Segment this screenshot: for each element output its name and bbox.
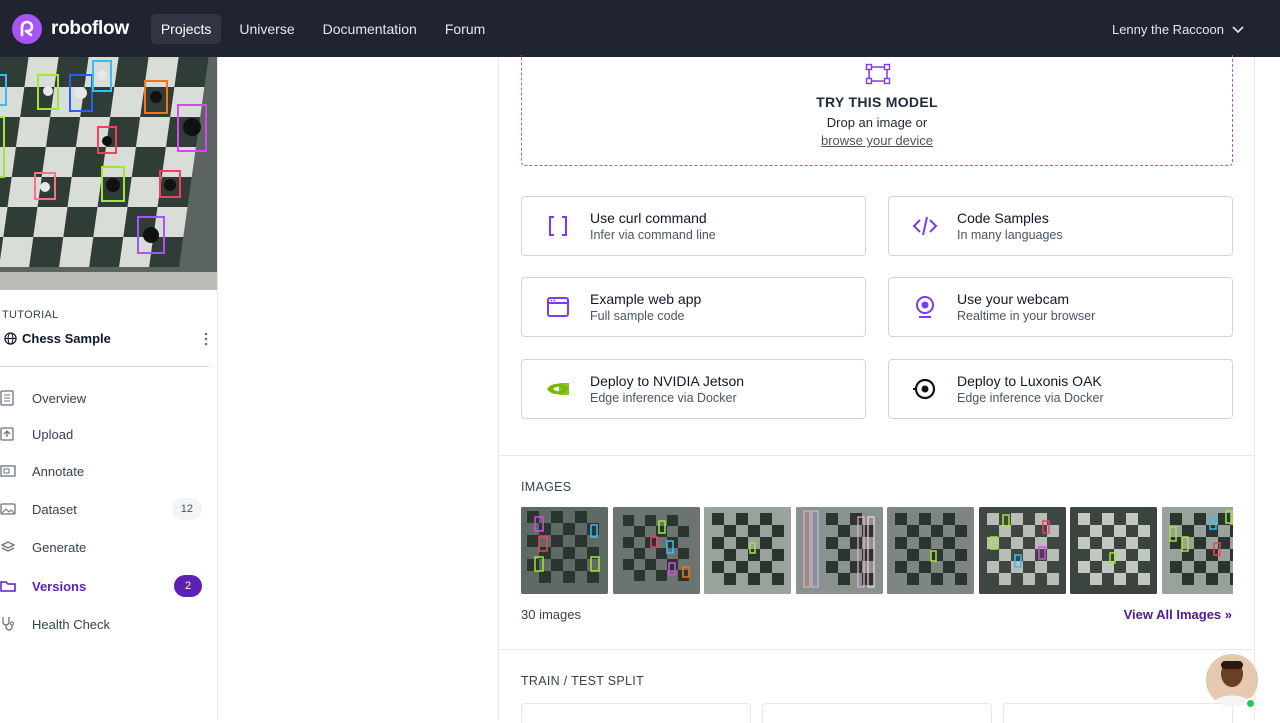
browse-device-link[interactable]: browse your device	[522, 133, 1232, 148]
sidebar-item-dataset[interactable]: Dataset 12	[0, 494, 210, 524]
card-subtitle: Infer via command line	[590, 228, 716, 242]
bounding-box-icon	[865, 63, 891, 85]
code-samples-card[interactable]: Code Samples In many languages	[888, 196, 1233, 256]
gallery-image[interactable]	[612, 507, 700, 594]
sidebar-item-overview[interactable]: Overview	[0, 383, 210, 413]
card-subtitle: Edge inference via Docker	[957, 391, 1104, 405]
valid-split-card	[762, 703, 992, 723]
right-gutter	[1255, 57, 1280, 720]
user-name: Lenny the Raccoon	[1111, 22, 1224, 37]
sidebar-item-versions[interactable]: Versions 2	[0, 571, 210, 601]
gallery-image[interactable]	[1161, 507, 1233, 594]
nvidia-icon	[544, 375, 572, 403]
project-name: Chess Sample	[22, 331, 111, 346]
more-options-icon[interactable]	[204, 332, 208, 346]
webcam-icon	[911, 293, 939, 321]
card-title: Example web app	[590, 291, 702, 307]
main-panel: TRY THIS MODEL Drop an image or browse y…	[498, 55, 1256, 723]
gallery-image[interactable]	[887, 507, 974, 594]
nav-universe[interactable]: Universe	[229, 14, 304, 44]
section-divider	[499, 649, 1256, 650]
stethoscope-icon	[0, 616, 16, 632]
project-category: TUTORIAL	[2, 309, 59, 321]
sidebar-item-label: Versions	[32, 578, 87, 594]
versions-count-badge: 2	[174, 575, 202, 597]
train-split-card	[521, 703, 751, 723]
project-thumbnail	[0, 57, 217, 290]
card-subtitle: Full sample code	[590, 309, 685, 323]
gallery-image[interactable]	[795, 507, 883, 594]
project-header: Chess Sample	[4, 331, 208, 346]
gallery-image[interactable]	[1070, 507, 1157, 594]
document-icon	[0, 390, 16, 406]
gallery-image[interactable]	[521, 507, 608, 594]
web-app-card[interactable]: Example web app Full sample code	[521, 277, 866, 337]
sidebar-item-health-check[interactable]: Health Check	[0, 609, 210, 639]
sidebar-item-annotate[interactable]: Annotate	[0, 456, 210, 486]
content-gutter	[217, 57, 499, 720]
roboflow-logo-icon	[12, 13, 42, 44]
sidebar-item-label: Generate	[32, 539, 87, 555]
annotate-icon	[0, 463, 16, 479]
view-all-images-link[interactable]: View All Images »	[1124, 607, 1232, 622]
sidebar-item-label: Overview	[32, 390, 87, 406]
sidebar-divider	[0, 366, 209, 367]
images-section-label: IMAGES	[521, 480, 572, 494]
webcam-card[interactable]: Use your webcam Realtime in your browser	[888, 277, 1233, 337]
layers-icon	[0, 539, 16, 555]
nvidia-jetson-card[interactable]: Deploy to NVIDIA Jetson Edge inference v…	[521, 359, 866, 419]
train-test-split-label: TRAIN / TEST SPLIT	[521, 674, 645, 688]
brand-logo[interactable]: roboflow	[12, 13, 129, 44]
upload-icon	[0, 426, 16, 442]
gallery-image[interactable]	[978, 507, 1066, 594]
globe-icon	[4, 332, 17, 345]
top-nav: roboflow Projects Universe Documentation…	[0, 0, 1280, 57]
online-status-indicator	[1245, 698, 1256, 709]
section-divider	[499, 455, 1256, 456]
images-icon	[0, 501, 16, 517]
nav-documentation[interactable]: Documentation	[313, 14, 427, 44]
card-title: Use your webcam	[957, 291, 1070, 307]
card-title: Deploy to NVIDIA Jetson	[590, 373, 745, 389]
nav-projects[interactable]: Projects	[150, 13, 222, 44]
nav-links: Projects Universe Documentation Forum	[150, 13, 503, 44]
code-icon	[911, 212, 939, 240]
sidebar-item-label: Annotate	[32, 463, 85, 479]
curl-command-card[interactable]: Use curl command Infer via command line	[521, 196, 866, 256]
card-subtitle: Realtime in your browser	[957, 309, 1096, 323]
sidebar-item-label: Health Check	[32, 616, 111, 632]
test-split-card	[1003, 703, 1233, 723]
sidebar: TUTORIAL Chess Sample Overview Upload An…	[0, 57, 217, 720]
chevron-down-icon	[1232, 25, 1244, 33]
card-title: Use curl command	[590, 210, 707, 226]
browser-window-icon	[544, 293, 572, 321]
sidebar-item-label: Upload	[32, 426, 74, 442]
card-subtitle: Edge inference via Docker	[590, 391, 737, 405]
dataset-count-badge: 12	[171, 498, 202, 520]
nav-forum[interactable]: Forum	[435, 14, 495, 44]
brackets-icon	[544, 212, 572, 240]
try-model-dropzone[interactable]: TRY THIS MODEL Drop an image or browse y…	[521, 55, 1233, 166]
folder-icon	[0, 578, 16, 594]
card-title: Code Samples	[957, 210, 1049, 226]
image-count: 30 images	[521, 607, 581, 622]
card-subtitle: In many languages	[957, 228, 1063, 242]
try-model-title: TRY THIS MODEL	[816, 94, 938, 110]
user-menu[interactable]: Lenny the Raccoon	[1112, 22, 1244, 37]
luxonis-icon	[911, 375, 939, 403]
sidebar-item-generate[interactable]: Generate	[0, 532, 210, 562]
gallery-image[interactable]	[704, 507, 791, 594]
luxonis-oak-card[interactable]: Deploy to Luxonis OAK Edge inference via…	[888, 359, 1233, 419]
brand-name: roboflow	[51, 17, 129, 39]
image-gallery	[521, 507, 1233, 594]
try-model-subtitle: Drop an image or	[826, 115, 928, 130]
sidebar-item-upload[interactable]: Upload	[0, 419, 210, 449]
sidebar-item-label: Dataset	[32, 501, 77, 517]
card-title: Deploy to Luxonis OAK	[957, 373, 1102, 389]
